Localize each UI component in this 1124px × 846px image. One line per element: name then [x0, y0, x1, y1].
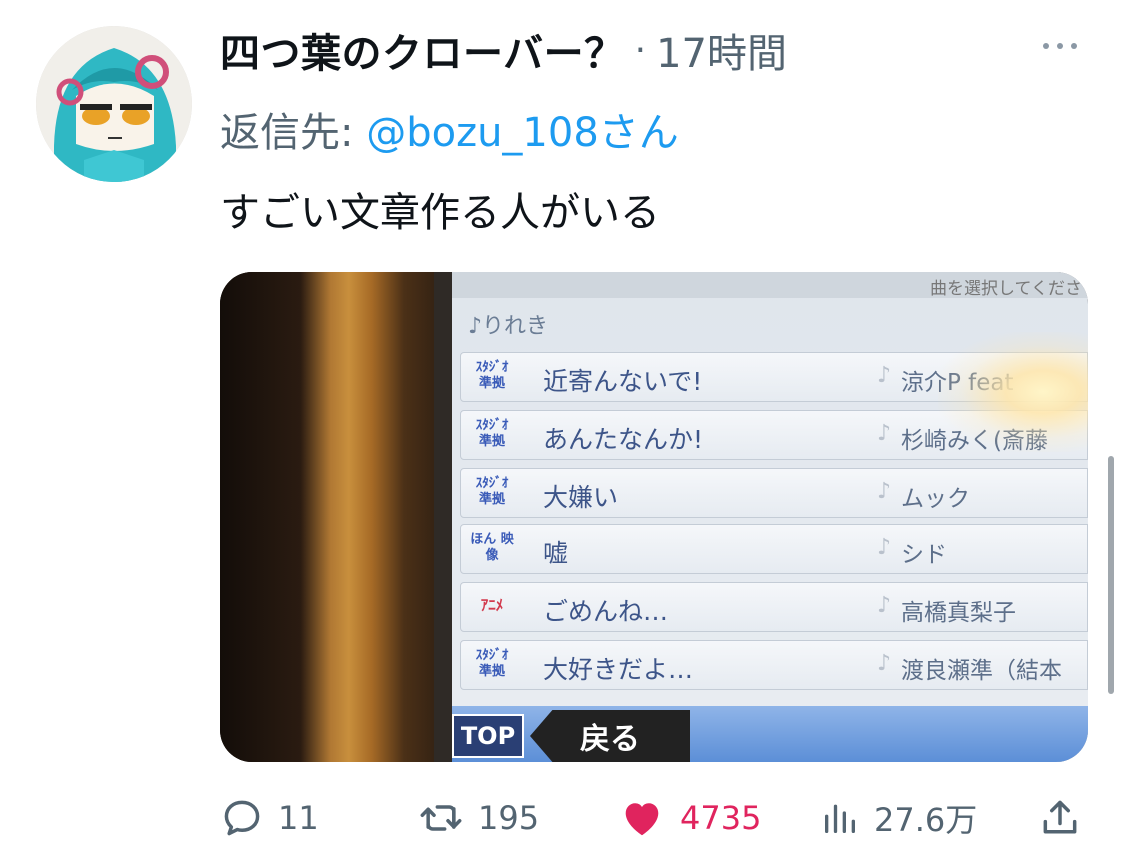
- screen-top-strip: 曲を選択してくださ: [452, 272, 1088, 299]
- retweet-icon: [420, 805, 462, 831]
- music-note-icon: ♪: [877, 421, 892, 446]
- music-note-icon: ♪: [877, 535, 892, 560]
- scrollbar[interactable]: [1108, 456, 1114, 694]
- timestamp[interactable]: 17時間: [656, 21, 787, 79]
- reply-to-line: 返信先: @bozu_108さん: [220, 100, 679, 158]
- reply-count: 11: [278, 799, 319, 837]
- top-info-text: 曲を選択してくださ: [930, 279, 1082, 299]
- music-note-icon: ♪: [877, 363, 892, 388]
- photo-background: [220, 272, 450, 762]
- history-row: ｽﾀｼﾞｵ 準拠 大好きだよ… ♪ 渡良瀬準（結本: [460, 640, 1088, 690]
- like-count: 4735: [680, 799, 762, 837]
- row-title: 近寄んないで!: [543, 367, 703, 396]
- retweet-count: 195: [478, 799, 540, 837]
- row-badge: ｽﾀｼﾞｵ 準拠: [475, 476, 509, 507]
- back-button: 戻る: [530, 710, 690, 762]
- history-row: ほん 映像 嘘 ♪ シド: [460, 524, 1088, 574]
- karaoke-screen: 曲を選択してくださ ♪りれき ｽﾀｼﾞｵ 準拠 近寄んないで! ♪ 涼介P fe…: [452, 272, 1088, 762]
- reply-icon: [224, 800, 260, 836]
- more-icon[interactable]: [1036, 28, 1084, 64]
- reply-button[interactable]: 11: [220, 790, 319, 846]
- separator: ·: [634, 29, 647, 71]
- row-title: 嘘: [543, 539, 569, 568]
- row-artist: 高橋真梨子: [901, 600, 1016, 626]
- display-name[interactable]: 四つ葉のクローバー？: [220, 21, 625, 79]
- history-label: ♪りれき: [468, 314, 549, 339]
- reply-prefix: 返信先:: [220, 110, 354, 156]
- views-icon: [825, 804, 855, 833]
- row-artist: ムック: [901, 486, 970, 512]
- music-note-icon: ♪: [877, 651, 892, 676]
- music-note-icon: ♪: [877, 479, 892, 504]
- retweet-button[interactable]: 195: [418, 790, 539, 846]
- screen-nav-bar: TOP 戻る: [452, 706, 1088, 762]
- light-glare: [938, 332, 1088, 452]
- heart-icon: [625, 803, 659, 836]
- tweet-header: 四つ葉のクローバー？ · 17時間: [220, 22, 787, 78]
- avatar-illustration: [36, 26, 192, 182]
- reply-handle-link[interactable]: @bozu_108さん: [366, 110, 679, 156]
- row-badge: ｽﾀｼﾞｵ 準拠: [475, 360, 509, 391]
- row-badge: ｽﾀｼﾞｵ 準拠: [475, 418, 509, 449]
- history-row: ｱﾆﾒ ごめんね… ♪ 高橋真梨子: [460, 582, 1088, 632]
- top-button: TOP: [452, 714, 524, 758]
- views-button[interactable]: 27.6万: [820, 790, 977, 846]
- row-artist: 渡良瀬準（結本: [901, 658, 1062, 684]
- row-artist: シド: [901, 542, 947, 568]
- music-note-icon: ♪: [877, 593, 892, 618]
- share-icon: [1043, 800, 1077, 834]
- screen-bezel: [434, 272, 454, 762]
- row-badge: ほん 映像: [470, 532, 514, 563]
- row-title: あんたなんか!: [543, 425, 704, 454]
- row-title: 大嫌い: [543, 483, 619, 512]
- row-badge: ｽﾀｼﾞｵ 準拠: [475, 648, 509, 679]
- avatar[interactable]: [36, 26, 192, 182]
- history-row: ｽﾀｼﾞｵ 準拠 大嫌い ♪ ムック: [460, 468, 1088, 518]
- tweet-photo[interactable]: 曲を選択してくださ ♪りれき ｽﾀｼﾞｵ 準拠 近寄んないで! ♪ 涼介P fe…: [220, 272, 1088, 762]
- tweet-text: すごい文章作る人がいる: [220, 190, 660, 236]
- like-button[interactable]: 4735: [618, 790, 761, 846]
- view-count: 27.6万: [874, 801, 978, 839]
- row-badge: ｱﾆﾒ: [480, 596, 504, 614]
- share-button[interactable]: [1038, 790, 1082, 846]
- row-title: ごめんね…: [543, 597, 669, 626]
- tweet-actions: 11 195 4735 27.6万: [220, 790, 1088, 846]
- row-title: 大好きだよ…: [543, 655, 694, 684]
